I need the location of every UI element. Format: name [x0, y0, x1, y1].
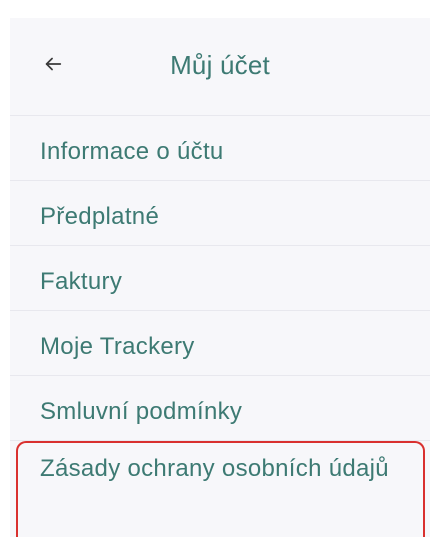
menu-item-label: Faktury: [40, 268, 123, 295]
account-menu: Informace o účtu Předplatné Faktury Moje…: [10, 116, 430, 537]
back-button[interactable]: [38, 49, 68, 79]
menu-item-label: Zásady ochrany osobních údajů: [40, 455, 389, 482]
menu-item-label: Informace o účtu: [40, 138, 224, 165]
menu-item-label: Předplatné: [40, 203, 160, 230]
menu-item-invoices[interactable]: Faktury: [10, 246, 430, 311]
header: Můj účet: [10, 18, 430, 116]
menu-item-account-info[interactable]: Informace o účtu: [10, 116, 430, 181]
menu-item-my-trackers[interactable]: Moje Trackery: [10, 311, 430, 376]
account-screen: Můj účet Informace o účtu Předplatné Fak…: [0, 0, 430, 542]
page-title: Můj účet: [170, 50, 270, 80]
menu-item-privacy-policy[interactable]: Zásady ochrany osobních údajů: [16, 441, 425, 537]
menu-item-label: Moje Trackery: [40, 333, 195, 360]
arrow-left-icon: [45, 57, 62, 71]
menu-item-label: Smluvní podmínky: [40, 398, 243, 425]
menu-item-subscription[interactable]: Předplatné: [10, 181, 430, 246]
menu-item-terms[interactable]: Smluvní podmínky: [10, 376, 430, 441]
